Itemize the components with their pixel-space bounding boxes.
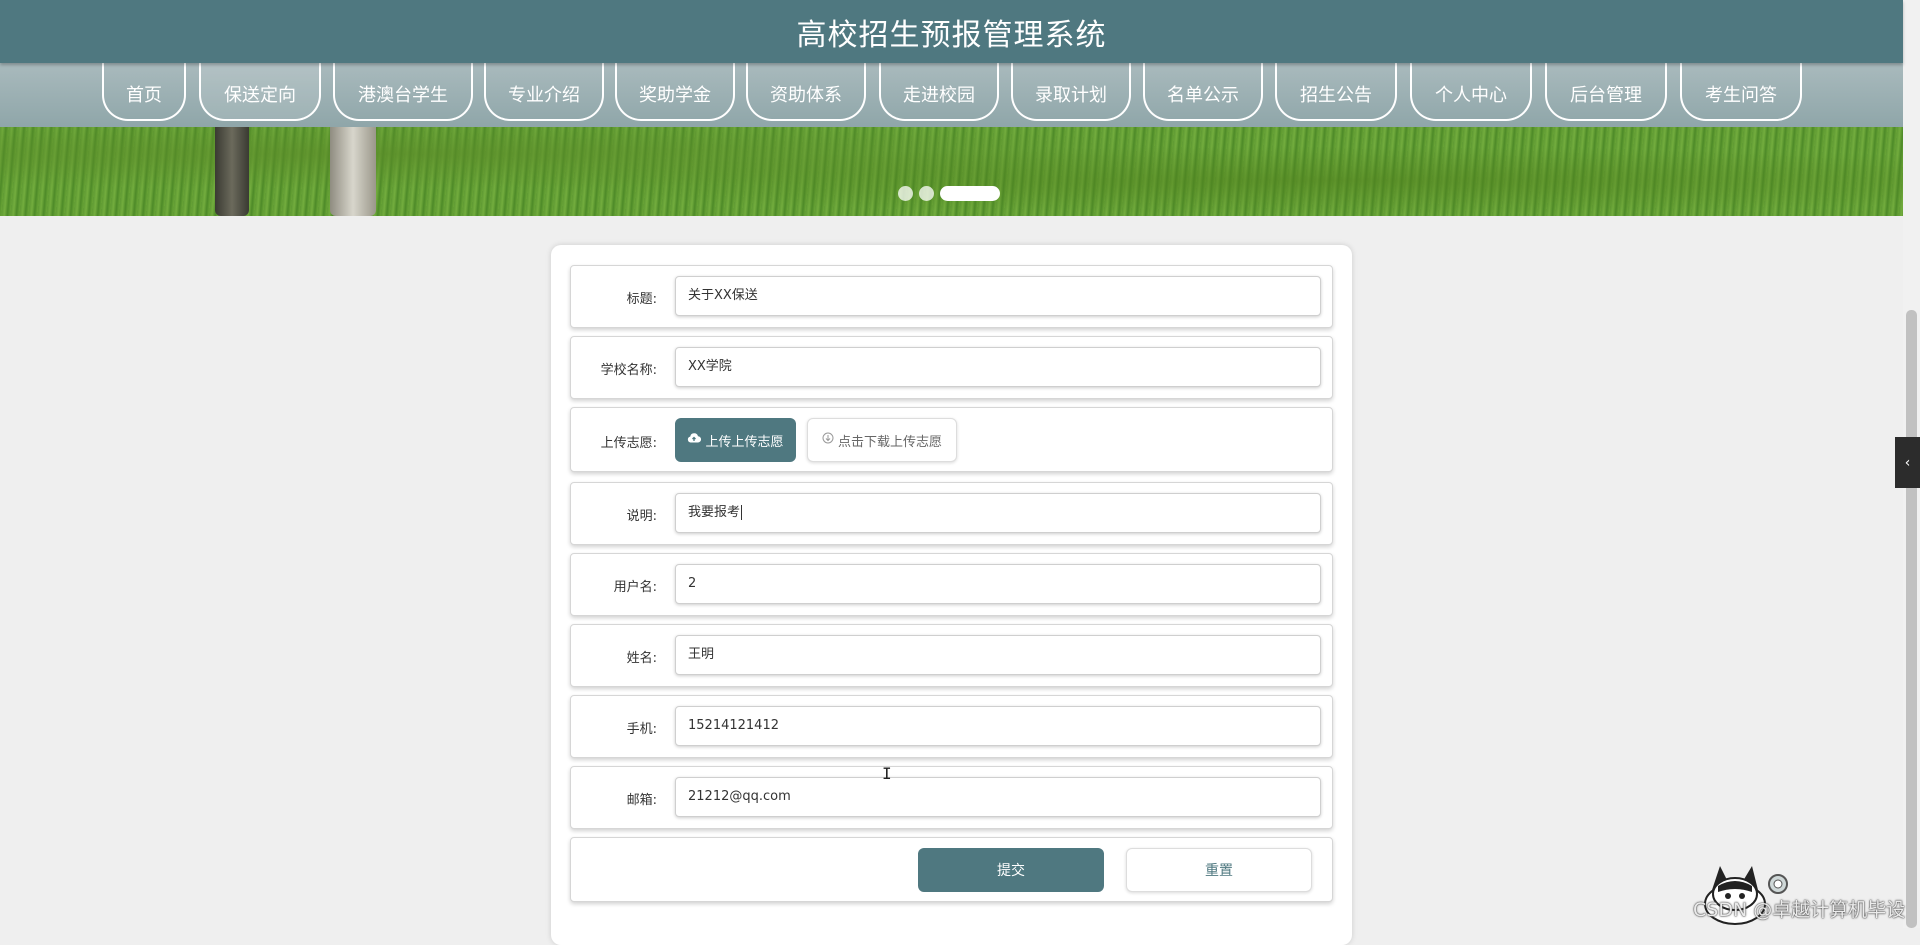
description-input[interactable]: 我要报考 [675,493,1321,533]
chevron-left-icon: ‹ [1904,454,1911,471]
upload-label: 上传志愿: [600,436,657,451]
text-cursor [741,505,743,520]
main-nav: 首页 保送定向 港澳台学生 专业介绍 奖助学金 资助体系 走进校园 录取计划 名… [0,63,1903,127]
nav-item-admission-plan[interactable]: 录取计划 [1011,63,1131,121]
nav-item-personal-center[interactable]: 个人中心 [1410,63,1532,121]
form-row-username: 用户名: 2 [570,553,1333,616]
download-button-label: 点击下载上传志愿 [837,434,942,450]
description-value: 我要报考 [688,505,741,520]
nav-item-scholarships[interactable]: 奖助学金 [615,63,735,121]
nav-item-hmt-students[interactable]: 港澳台学生 [333,63,473,121]
form-row-email: 邮箱: 21212@qq.com [570,766,1333,829]
carousel-dot[interactable] [919,186,934,201]
title-input[interactable]: 关于XX保送 [675,276,1321,316]
tree-trunk [330,127,376,216]
phone-label: 手机: [626,722,657,737]
nav-item-announcements[interactable]: 招生公告 [1275,63,1397,121]
upload-button-label: 上传上传志愿 [705,434,784,450]
form-row-description: 说明: 我要报考 [570,482,1333,545]
download-icon [822,432,834,448]
nav-item-qa[interactable]: 考生问答 [1680,63,1802,121]
scrollbar-thumb[interactable] [1906,310,1917,928]
school-input[interactable]: XX学院 [675,347,1321,387]
username-label: 用户名: [613,580,657,595]
tree-trunk [215,127,249,216]
form-row-name: 姓名: 王明 [570,624,1333,687]
description-label: 说明: [626,509,657,524]
nav-item-home[interactable]: 首页 [102,63,186,121]
email-input[interactable]: 21212@qq.com [675,777,1321,817]
nav-item-publicity-list[interactable]: 名单公示 [1143,63,1263,121]
upload-button[interactable]: 上传上传志愿 [675,418,796,462]
ibeam-cursor-icon: I [882,764,892,783]
download-button[interactable]: 点击下载上传志愿 [807,418,957,462]
carousel-indicators [898,186,1000,201]
nav-item-campus[interactable]: 走进校园 [879,63,999,121]
email-label: 邮箱: [626,793,657,808]
banner-carousel [0,127,1903,216]
site-title: 高校招生预报管理系统 [796,17,1107,53]
name-label: 姓名: [626,651,657,666]
nav-item-recommend[interactable]: 保送定向 [199,63,321,121]
cloud-upload-icon [687,432,702,448]
phone-input[interactable]: 15214121412 [675,706,1321,746]
nav-item-aid-system[interactable]: 资助体系 [746,63,866,121]
submit-button[interactable]: 提交 [918,848,1104,892]
nav-item-majors[interactable]: 专业介绍 [484,63,604,121]
site-header: 高校招生预报管理系统 [0,0,1903,63]
form-row-school: 学校名称: XX学院 [570,336,1333,399]
school-label: 学校名称: [600,363,657,378]
form-row-actions: 提交 重置 [570,837,1333,902]
form-row-phone: 手机: 15214121412 [570,695,1333,758]
watermark-text: CSDN @卓越计算机毕设 [1693,899,1906,921]
username-input[interactable]: 2 [675,564,1321,604]
form-row-title: 标题: 关于XX保送 [570,265,1333,328]
side-panel-toggle[interactable]: ‹ [1895,437,1920,488]
carousel-dot[interactable] [898,186,913,201]
reset-button[interactable]: 重置 [1126,848,1312,892]
nav-item-admin[interactable]: 后台管理 [1545,63,1667,121]
name-input[interactable]: 王明 [675,635,1321,675]
title-label: 标题: [626,292,657,307]
carousel-dot-active[interactable] [940,186,1000,201]
form-row-upload: 上传志愿: 上传上传志愿 点击下载上传志愿 [570,407,1333,472]
